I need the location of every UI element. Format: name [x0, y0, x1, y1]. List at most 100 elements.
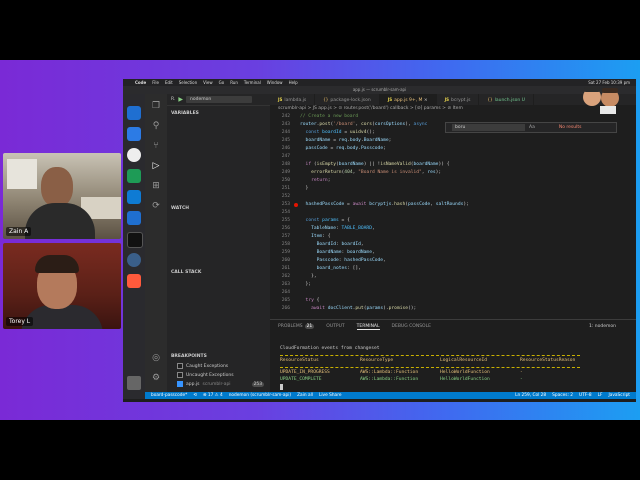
- chrome-icon[interactable]: [127, 148, 141, 162]
- run-label: R.: [171, 97, 176, 102]
- participant-hair: [35, 255, 79, 273]
- eol-status[interactable]: LF: [598, 393, 603, 398]
- tab-output[interactable]: OUTPUT: [326, 324, 344, 330]
- breakpoints-section[interactable]: BREAKPOINTS: [167, 354, 274, 359]
- account-icon[interactable]: ◎: [150, 352, 162, 364]
- watch-section[interactable]: WATCH: [167, 206, 274, 211]
- extensions-icon[interactable]: ⊞: [150, 180, 162, 192]
- breakpoint-dot[interactable]: [294, 203, 298, 207]
- participant-head: [41, 167, 73, 207]
- terminal-select[interactable]: 1: nodemon: [589, 324, 616, 329]
- match-case-icon[interactable]: Aa: [529, 125, 535, 130]
- search-icon[interactable]: ⚲: [150, 120, 162, 132]
- col-header: ResourceStatusReason: [520, 358, 576, 363]
- table-cell: -: [520, 377, 523, 382]
- start-debug-icon[interactable]: ▶: [178, 96, 183, 103]
- menu-help[interactable]: Help: [289, 80, 298, 85]
- table-cell: UPDATE_COMPLETE: [280, 377, 322, 382]
- breakpoint-item[interactable]: Uncaught Exceptions: [177, 372, 234, 378]
- checkbox[interactable]: [177, 372, 183, 378]
- checkbox[interactable]: [177, 381, 183, 387]
- col-header: LogicalResourceId: [440, 358, 488, 363]
- letterbox-bottom: [0, 420, 640, 480]
- memoji-hair-left: [584, 87, 600, 92]
- participant-name: Torey L: [6, 317, 34, 326]
- menu-terminal[interactable]: Terminal: [244, 80, 261, 85]
- table-cell: -: [520, 370, 523, 375]
- mail-icon[interactable]: [127, 127, 141, 141]
- col-header: ResourceStatus: [280, 358, 319, 363]
- menu-run[interactable]: Run: [230, 80, 238, 85]
- problems-status[interactable]: ⊗ 17 ⚠ 4: [203, 393, 223, 398]
- vscode-icon[interactable]: [127, 190, 141, 204]
- variables-section[interactable]: VARIABLES: [167, 111, 274, 116]
- tab-package-lock[interactable]: {} package-lock.json: [315, 94, 380, 105]
- terminal-cursor: [280, 384, 283, 390]
- live-share[interactable]: Live Share: [319, 393, 342, 398]
- word-icon[interactable]: [127, 211, 141, 225]
- debug-sidebar: R. ▶ nodemon VARIABLES WATCH CALL STACK …: [167, 94, 270, 392]
- breakpoint-item[interactable]: app.js scrumblr-api 253: [177, 381, 265, 387]
- webcam-torey: Torey L: [3, 243, 121, 329]
- menu-file[interactable]: File: [152, 80, 159, 85]
- indent-status[interactable]: Spaces: 2: [552, 393, 573, 398]
- sheets-icon[interactable]: [127, 169, 141, 183]
- table-cell: AWS::Lambda::Function: [360, 370, 419, 375]
- activity-bar: ❐ ⚲ ⑂ ▷ ⊞ ⟳ ◎ ⚙: [145, 94, 167, 399]
- app-icon-red[interactable]: [127, 274, 141, 288]
- tab-launch[interactable]: {} launch.json U: [479, 94, 534, 105]
- user-status[interactable]: Zain all: [297, 393, 313, 398]
- sync-icon[interactable]: ⟲: [193, 393, 197, 398]
- find-widget: boru Aa No results: [445, 122, 617, 133]
- col-header: ResourceType: [360, 358, 394, 363]
- git-branch[interactable]: board-passcode*: [151, 393, 187, 398]
- breakpoint-item[interactable]: Caught Exceptions: [177, 363, 228, 369]
- cursor-position[interactable]: Ln 259, Col 28: [515, 393, 546, 398]
- encoding-status[interactable]: UTF-8: [579, 393, 592, 398]
- run-config-select[interactable]: nodemon: [186, 96, 252, 103]
- table-cell: AWS::Lambda::Function: [360, 377, 419, 382]
- menu-app[interactable]: Code: [135, 80, 146, 85]
- table-cell: UPDATE_IN_PROGRESS: [280, 370, 330, 375]
- debug-toolbar: R. ▶ nodemon: [167, 94, 270, 106]
- tab-lambda[interactable]: JS lambda.js: [270, 94, 316, 105]
- participant-name: Zain A: [6, 227, 32, 236]
- webcam-background-window: [7, 159, 37, 189]
- remote-icon[interactable]: ⟳: [150, 200, 162, 212]
- tab-problems[interactable]: PROBLEMS 21: [278, 324, 315, 330]
- terminal-separator: [280, 367, 580, 368]
- code-editor[interactable]: 242// Create a new board 243 router.post(…: [270, 113, 636, 319]
- close-icon: ×: [423, 98, 428, 103]
- tab-debug-console[interactable]: DEBUG CONSOLE: [392, 324, 431, 330]
- mac-dock: [123, 94, 145, 399]
- find-result: No results: [558, 125, 582, 130]
- tab-terminal[interactable]: TERMINAL: [356, 324, 380, 330]
- call-stack-section[interactable]: CALL STACK: [167, 270, 274, 275]
- menu-window[interactable]: Window: [267, 80, 283, 85]
- menu-edit[interactable]: Edit: [165, 80, 173, 85]
- terminal-heading: CloudFormation events from changeset: [280, 346, 380, 351]
- webcam-zain: Zain A: [3, 153, 121, 239]
- menu-go[interactable]: Go: [219, 80, 225, 85]
- explorer-icon[interactable]: ❐: [150, 100, 162, 112]
- menu-view[interactable]: View: [203, 80, 213, 85]
- language-status[interactable]: JavaScript: [608, 393, 630, 398]
- terminal-icon[interactable]: [127, 232, 143, 248]
- menu-selection[interactable]: Selection: [179, 80, 197, 85]
- trash-icon[interactable]: [127, 376, 141, 390]
- checkbox[interactable]: [177, 363, 183, 369]
- tab-app[interactable]: JS app.js 9+, M ×: [379, 94, 437, 105]
- tab-bcrypt[interactable]: JS bcrypt.js: [437, 94, 480, 105]
- source-control-icon[interactable]: ⑂: [150, 140, 162, 152]
- memoji-laptop: [600, 106, 616, 114]
- gear-icon[interactable]: ⚙: [150, 372, 162, 384]
- find-input[interactable]: boru: [452, 124, 525, 131]
- finder-icon[interactable]: [127, 106, 141, 120]
- run-debug-icon[interactable]: ▷: [150, 160, 162, 172]
- terminal-separator: [280, 355, 580, 356]
- app-icon[interactable]: [127, 253, 141, 267]
- debug-status[interactable]: nodemon (scrumblr-sam-api): [229, 393, 291, 398]
- bottom-panel: PROBLEMS 21 OUTPUT TERMINAL DEBUG CONSOLE…: [270, 319, 636, 393]
- letterbox-top: [0, 0, 640, 60]
- window-title: app.js — scrumblr-sam-api: [123, 86, 636, 94]
